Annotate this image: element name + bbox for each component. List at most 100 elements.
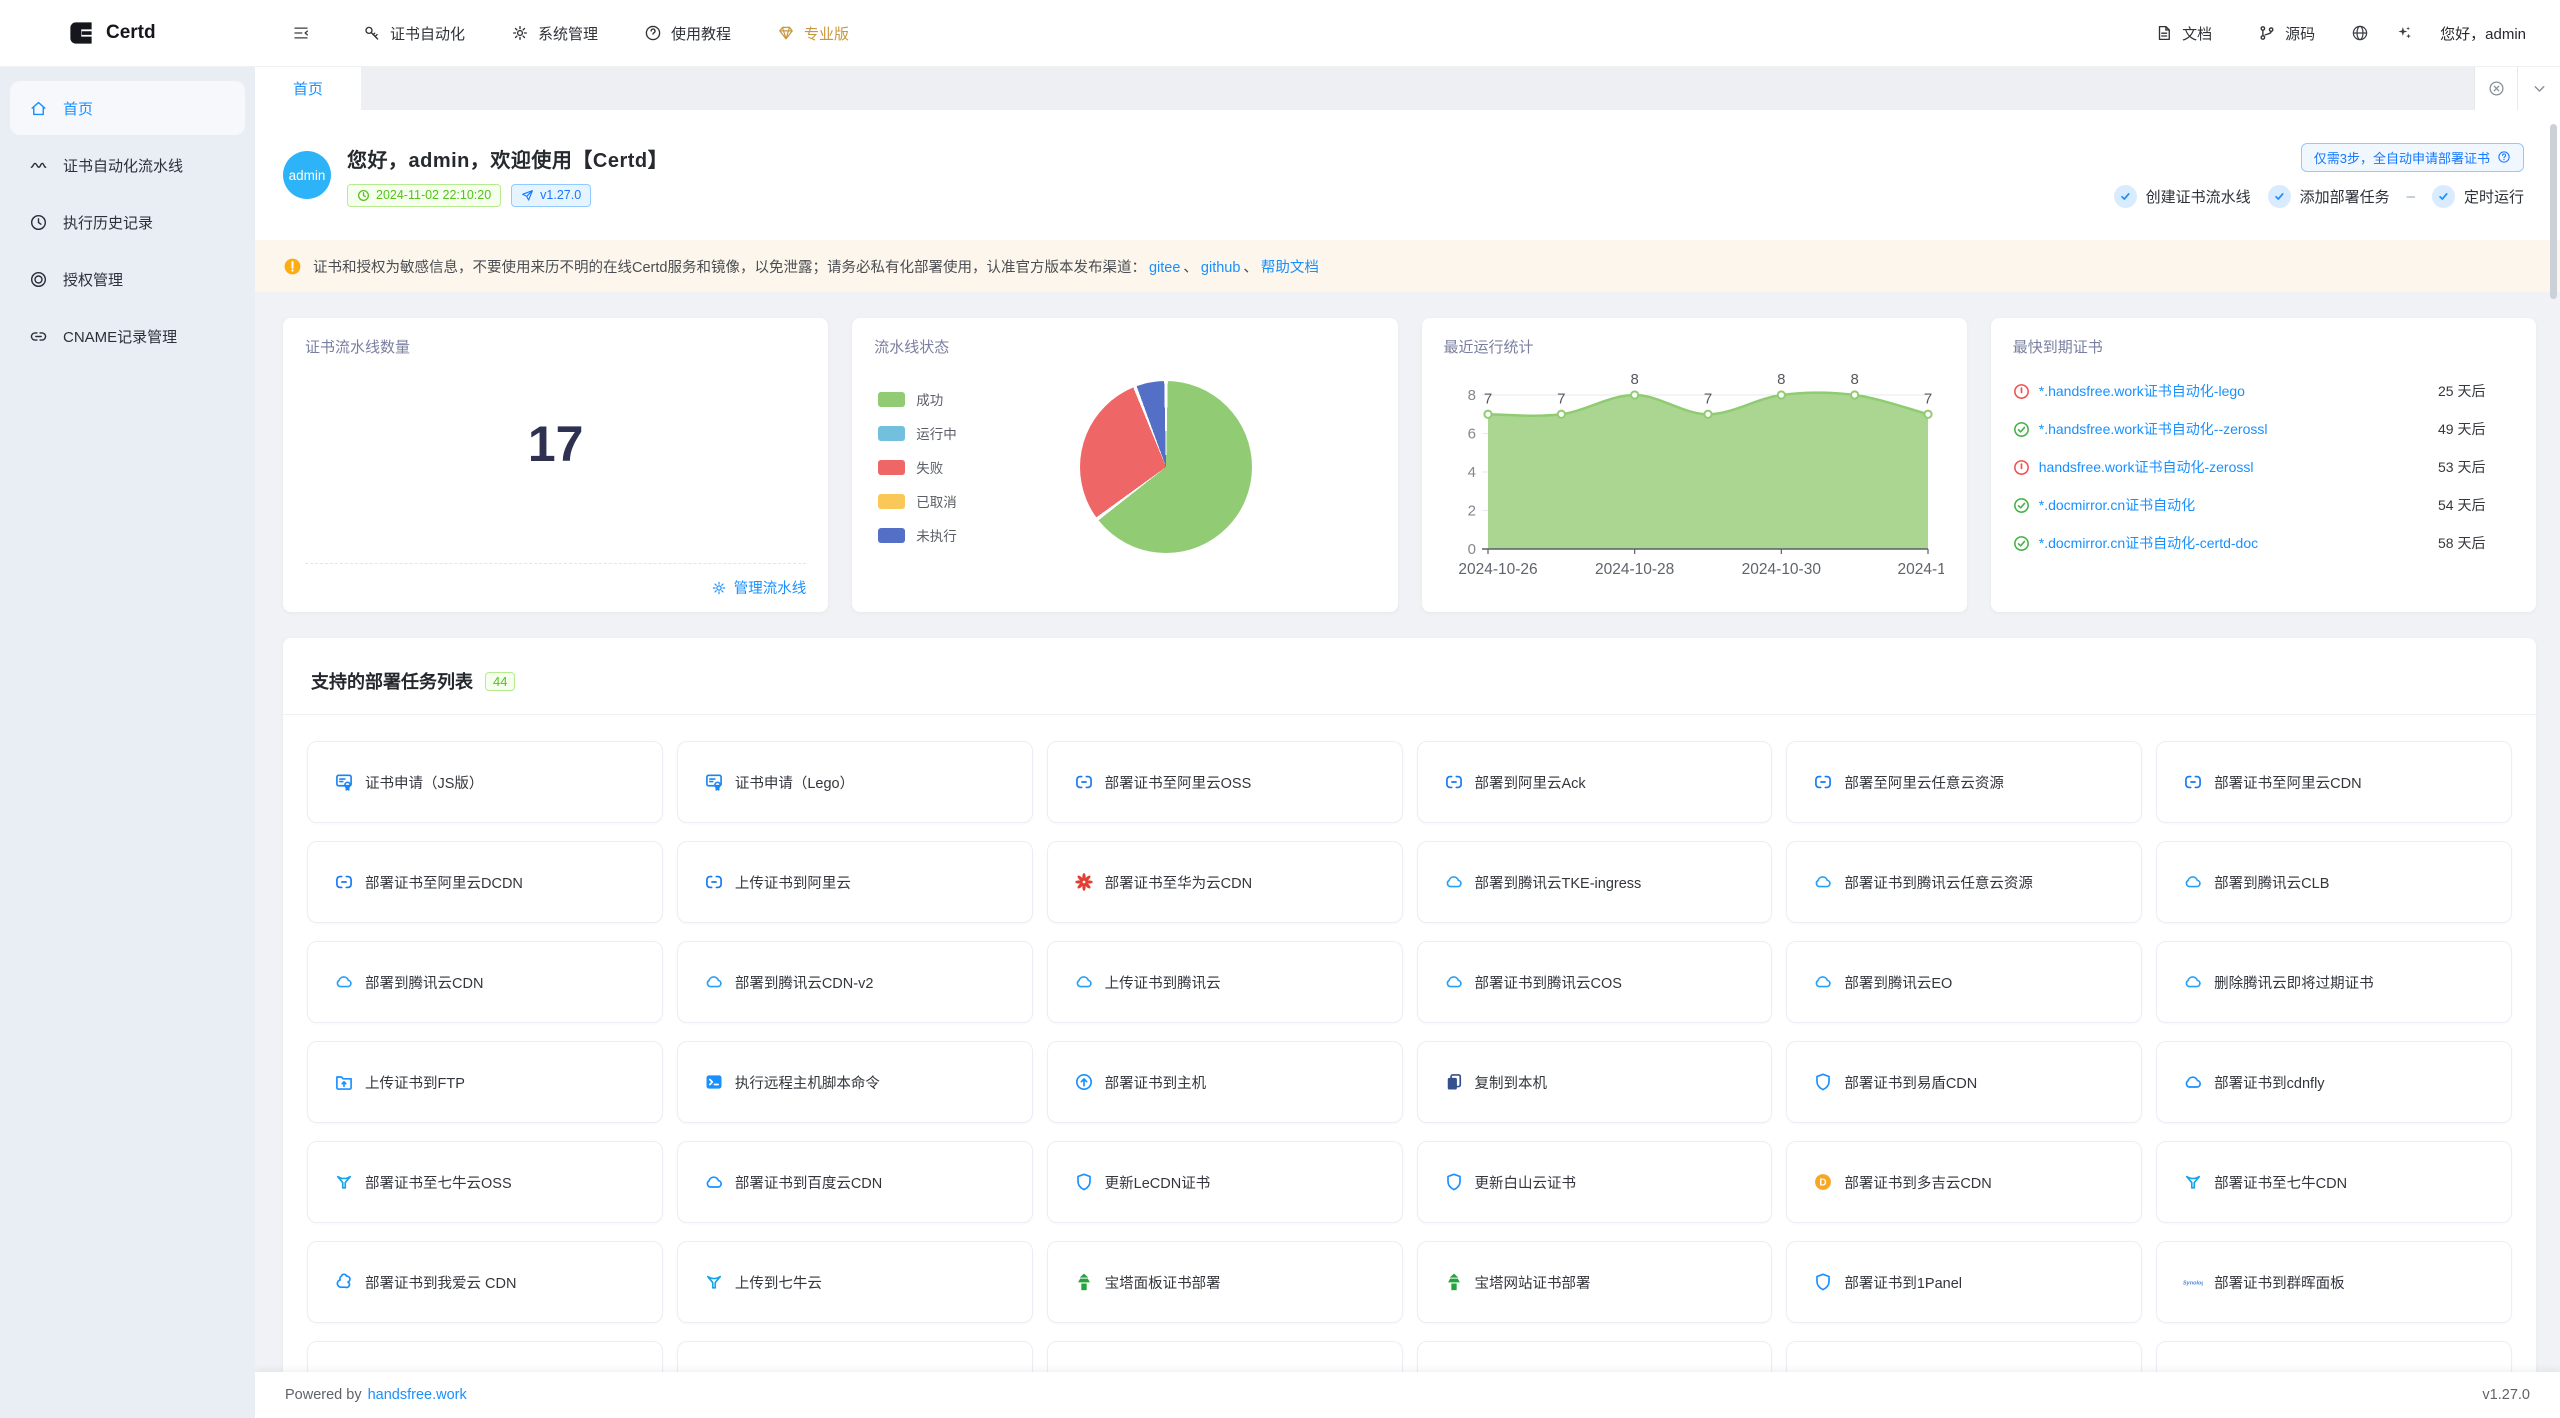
expiry-cert-link[interactable]: *.docmirror.cn证书自动化-certd-doc: [2039, 531, 2429, 555]
task-card-22[interactable]: 部署证书到易盾CDN: [1786, 1041, 2142, 1123]
svg-text:7: 7: [1703, 390, 1711, 407]
task-card-20[interactable]: 部署证书到主机: [1047, 1041, 1403, 1123]
sidebar-item-3[interactable]: 授权管理: [10, 252, 245, 306]
task-card-35[interactable]: Synology部署证书到群晖面板: [2156, 1241, 2512, 1323]
tab-menu-button[interactable]: [2517, 66, 2560, 110]
task-card-1[interactable]: 证书申请（Lego）: [677, 741, 1033, 823]
task-card-19[interactable]: 执行远程主机脚本命令: [677, 1041, 1033, 1123]
task-card-24[interactable]: 部署证书至七牛云OSS: [307, 1141, 663, 1223]
rocket-icon: [521, 189, 534, 202]
task-card-34[interactable]: 部署证书到1Panel: [1786, 1241, 2142, 1323]
task-card-33[interactable]: 宝塔网站证书部署: [1417, 1241, 1773, 1323]
nav-link-1[interactable]: 源码: [2235, 0, 2338, 66]
expiry-cert-link[interactable]: *.docmirror.cn证书自动化: [2039, 493, 2429, 517]
sidebar-item-4[interactable]: CNAME记录管理: [10, 309, 245, 363]
menu-fold-icon[interactable]: [292, 24, 310, 42]
task-card-26[interactable]: 更新LeCDN证书: [1047, 1141, 1403, 1223]
sidebar-item-2[interactable]: 执行历史记录: [10, 195, 245, 249]
nav-menu-label: 使用教程: [671, 23, 731, 44]
task-card-16[interactable]: 部署到腾讯云EO: [1786, 941, 2142, 1023]
notice-link-github[interactable]: github: [1201, 260, 1241, 276]
huawei-icon: [1074, 872, 1094, 892]
sidebar-item-1[interactable]: 证书自动化流水线: [10, 138, 245, 192]
brand[interactable]: Certd: [0, 18, 246, 48]
task-card-2[interactable]: 部署证书至阿里云OSS: [1047, 741, 1403, 823]
task-card-13[interactable]: 部署到腾讯云CDN-v2: [677, 941, 1033, 1023]
svg-text:4: 4: [1467, 464, 1475, 481]
notice-link-gitee[interactable]: gitee: [1149, 260, 1180, 276]
nav-link-label: 源码: [2285, 23, 2315, 44]
task-card-29[interactable]: 部署证书至七牛CDN: [2156, 1141, 2512, 1223]
task-card-15[interactable]: 部署证书到腾讯云COS: [1417, 941, 1773, 1023]
scrollbar-thumb[interactable]: [2550, 124, 2557, 299]
sparkles-button[interactable]: [2382, 0, 2426, 66]
task-card-28[interactable]: D部署证书到多吉云CDN: [1786, 1141, 2142, 1223]
qiniu-icon: [704, 1272, 724, 1292]
svg-text:2: 2: [1467, 503, 1475, 520]
task-label: 部署证书至华为云CDN: [1105, 872, 1252, 893]
clock-icon: [357, 189, 370, 202]
task-card-7[interactable]: 上传证书到阿里云: [677, 841, 1033, 923]
nav-menu-2[interactable]: 使用教程: [621, 0, 754, 66]
app-root: Certd 证书自动化系统管理使用教程专业版 文档源码您好，admin 首页证书…: [0, 0, 2560, 1418]
task-card-23[interactable]: 部署证书到cdnfly: [2156, 1041, 2512, 1123]
task-card-11[interactable]: 部署到腾讯云CLB: [2156, 841, 2512, 923]
task-label: 删除腾讯云即将过期证书: [2214, 972, 2374, 993]
task-card-18[interactable]: 上传证书到FTP: [307, 1041, 663, 1123]
manage-pipelines-link[interactable]: 管理流水线: [711, 577, 807, 598]
warning-icon: [283, 257, 302, 276]
legend-item-2[interactable]: 失败: [878, 457, 957, 477]
footer-handsfree-link[interactable]: handsfree.work: [368, 1387, 467, 1403]
task-label: 上传到七牛云: [735, 1272, 822, 1293]
nav-menu-0[interactable]: 证书自动化: [340, 0, 488, 66]
tab-bar: 首页: [255, 66, 2560, 111]
legend-item-0[interactable]: 成功: [878, 389, 957, 409]
task-card-4[interactable]: 部署至阿里云任意云资源: [1786, 741, 2142, 823]
promo-badge[interactable]: 仅需3步，全自动申请部署证书: [2301, 143, 2524, 172]
nav-menu-1[interactable]: 系统管理: [488, 0, 621, 66]
nav-menu-label: 系统管理: [538, 23, 598, 44]
task-card-27[interactable]: 更新白山云证书: [1417, 1141, 1773, 1223]
task-card-21[interactable]: 复制到本机: [1417, 1041, 1773, 1123]
nav-link-0[interactable]: 文档: [2132, 0, 2235, 66]
task-card-3[interactable]: 部署到阿里云Ack: [1417, 741, 1773, 823]
legend-item-4[interactable]: 未执行: [878, 525, 957, 545]
welcome-step-1: 添加部署任务: [2268, 185, 2390, 208]
task-card-14[interactable]: 上传证书到腾讯云: [1047, 941, 1403, 1023]
task-card-9[interactable]: 部署到腾讯云TKE-ingress: [1417, 841, 1773, 923]
tab-close-button[interactable]: [2474, 66, 2517, 110]
task-card-6[interactable]: 部署证书至阿里云DCDN: [307, 841, 663, 923]
legend-item-3[interactable]: 已取消: [878, 491, 957, 511]
legend-item-1[interactable]: 运行中: [878, 423, 957, 443]
task-card-32[interactable]: 宝塔面板证书部署: [1047, 1241, 1403, 1323]
check-circle-icon: [2432, 185, 2455, 208]
task-card-5[interactable]: 部署证书至阿里云CDN: [2156, 741, 2512, 823]
expiry-cert-link[interactable]: *.handsfree.work证书自动化--zerossl: [2039, 417, 2429, 441]
tab-home[interactable]: 首页: [255, 66, 361, 110]
task-label: 上传证书到FTP: [365, 1072, 465, 1093]
notice-link-帮助文档[interactable]: 帮助文档: [1261, 260, 1319, 276]
globe-button[interactable]: [2338, 0, 2382, 66]
nav-menu-label: 证书自动化: [390, 23, 465, 44]
sidebar-item-0[interactable]: 首页: [10, 81, 245, 135]
task-label: 宝塔网站证书部署: [1475, 1272, 1591, 1293]
task-card-30[interactable]: 部署证书到我爱云 CDN: [307, 1241, 663, 1323]
task-card-0[interactable]: 证书申请（JS版）: [307, 741, 663, 823]
expiry-cert-link[interactable]: *.handsfree.work证书自动化-lego: [2039, 379, 2429, 403]
nav-menu-3[interactable]: 专业版: [754, 0, 872, 66]
task-card-8[interactable]: 部署证书至华为云CDN: [1047, 841, 1403, 923]
task-label: 部署证书到1Panel: [1844, 1272, 1962, 1293]
task-card-10[interactable]: 部署证书到腾讯云任意云资源: [1786, 841, 2142, 923]
expiry-cert-link[interactable]: handsfree.work证书自动化-zerossl: [2039, 455, 2429, 479]
step-label: 创建证书流水线: [2146, 186, 2251, 207]
task-card-17[interactable]: 删除腾讯云即将过期证书: [2156, 941, 2512, 1023]
task-card-12[interactable]: 部署到腾讯云CDN: [307, 941, 663, 1023]
task-card-31[interactable]: 上传到七牛云: [677, 1241, 1033, 1323]
user-greeting[interactable]: 您好，admin: [2440, 23, 2526, 44]
cert-icon: [334, 772, 354, 792]
tencent-icon: [1813, 972, 1833, 992]
pie-wrap: [957, 381, 1376, 553]
task-card-25[interactable]: 部署证书到百度云CDN: [677, 1141, 1033, 1223]
welcome-step-0: 创建证书流水线: [2114, 185, 2251, 208]
avatar[interactable]: admin: [283, 151, 331, 199]
